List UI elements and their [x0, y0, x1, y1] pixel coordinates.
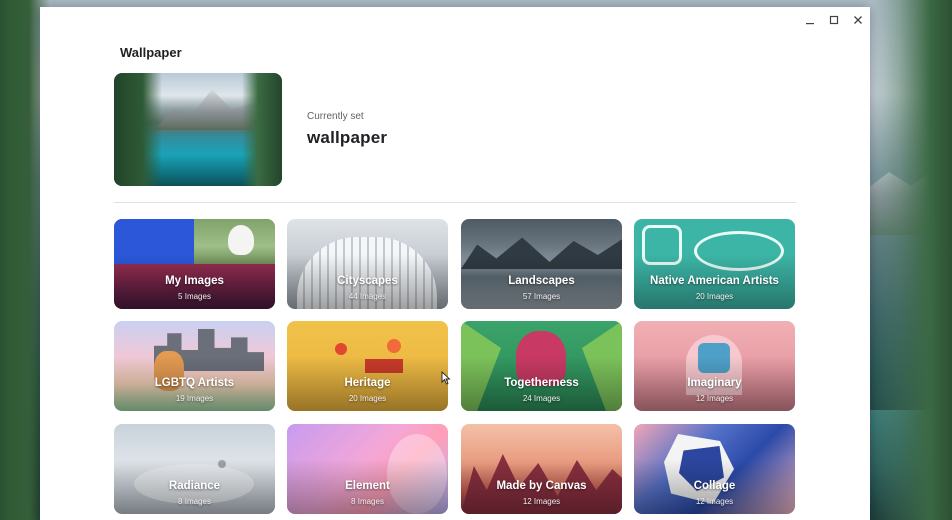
minimize-icon [806, 23, 814, 25]
collection-count: 19 Images [175, 394, 214, 403]
collection-count: 8 Images [178, 497, 211, 506]
collection-count: 44 Images [348, 292, 387, 301]
collection-tile-my-images[interactable]: My Images 5 Images [114, 219, 275, 309]
collection-tile-native-american-artists[interactable]: Native American Artists 20 Images [634, 219, 795, 309]
collection-count: 12 Images [522, 497, 561, 506]
collection-count: 57 Images [522, 292, 561, 301]
collection-name: LGBTQ Artists [154, 377, 235, 389]
maximize-icon [829, 15, 839, 25]
collection-tile-cityscapes[interactable]: Cityscapes 44 Images [287, 219, 448, 309]
currently-set-label: Currently set [307, 111, 364, 122]
collection-count: 20 Images [348, 394, 387, 403]
collection-tile-imaginary[interactable]: Imaginary 12 Images [634, 321, 795, 411]
tile-art-flower-2 [387, 339, 401, 353]
mouse-pointer-icon [441, 371, 451, 385]
app-title: Wallpaper [120, 45, 182, 60]
collection-count: 20 Images [695, 292, 734, 301]
desktop-trees-right [872, 0, 952, 520]
collection-tile-lgbtq-artists[interactable]: LGBTQ Artists 19 Images [114, 321, 275, 411]
collection-count: 8 Images [351, 497, 384, 506]
collection-tile-togetherness[interactable]: Togetherness 24 Images [461, 321, 622, 411]
collection-tile-radiance[interactable]: Radiance 8 Images [114, 424, 275, 514]
collection-tile-landscapes[interactable]: Landscapes 57 Images [461, 219, 622, 309]
collection-count: 5 Images [178, 292, 211, 301]
current-wallpaper-thumbnail [114, 73, 282, 186]
thumbnail-mountain [154, 89, 254, 130]
collection-name: Imaginary [687, 377, 742, 389]
collection-tile-collage[interactable]: Collage 12 Images [634, 424, 795, 514]
collection-tile-made-by-canvas[interactable]: Made by Canvas 12 Images [461, 424, 622, 514]
collection-name: Collage [693, 480, 736, 492]
section-divider [114, 202, 796, 203]
close-icon [854, 16, 862, 24]
collection-name: Cityscapes [337, 275, 398, 287]
collection-name: Element [345, 480, 390, 492]
collection-count: 12 Images [695, 497, 734, 506]
collection-name: Landscapes [508, 275, 575, 287]
collection-name: Togetherness [504, 377, 579, 389]
wallpaper-app-window: Wallpaper Currently set wallpaper My Ima… [40, 7, 870, 520]
window-controls [798, 7, 870, 33]
tile-art-dog [228, 225, 254, 255]
collection-tile-heritage[interactable]: Heritage 20 Images [287, 321, 448, 411]
collection-count: 12 Images [695, 394, 734, 403]
minimize-button[interactable] [798, 8, 822, 32]
collection-name: Radiance [168, 480, 221, 492]
thumbnail-trees-left [114, 73, 162, 186]
tile-art-flower-1 [335, 343, 347, 355]
collection-tile-element[interactable]: Element 8 Images [287, 424, 448, 514]
collection-name: Heritage [344, 377, 391, 389]
thumbnail-trees-right [242, 73, 282, 186]
collection-name: Native American Artists [650, 275, 779, 287]
collection-name: My Images [165, 275, 224, 287]
maximize-button[interactable] [822, 8, 846, 32]
collection-count: 24 Images [522, 394, 561, 403]
current-wallpaper-name: wallpaper [307, 128, 388, 147]
close-button[interactable] [846, 8, 870, 32]
collection-name: Made by Canvas [496, 480, 587, 492]
